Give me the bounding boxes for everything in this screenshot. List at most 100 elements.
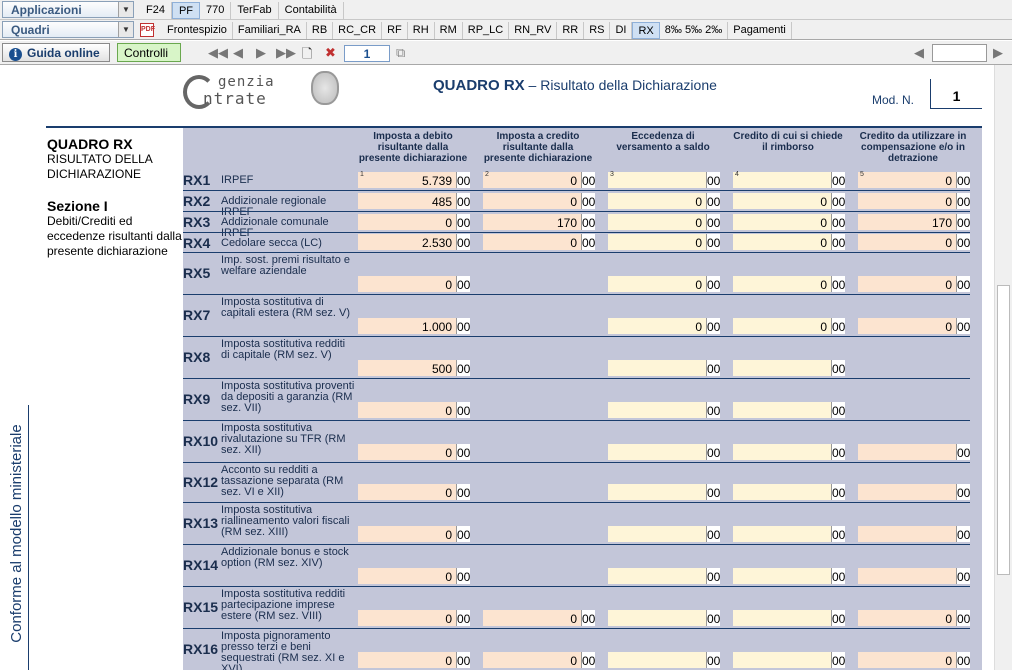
amount-field[interactable]: 0 00 (733, 276, 845, 292)
amount-field[interactable]: 00 (733, 444, 845, 460)
amount-field[interactable]: 0 00 (858, 193, 970, 209)
amount-field[interactable]: 170 00 (858, 214, 970, 230)
amount-field[interactable]: 485 00 (358, 193, 470, 209)
tab-rm[interactable]: RM (435, 21, 463, 39)
amount-field[interactable]: 0 00 (358, 568, 470, 584)
mod-number-field[interactable]: 1 (930, 79, 982, 109)
amount-field[interactable]: 00 (858, 526, 970, 542)
first-page-icon[interactable]: ◀◀ (208, 45, 228, 61)
tab-rx[interactable]: RX (632, 21, 660, 39)
amount-field[interactable]: 0 00 (733, 193, 845, 209)
amount-field[interactable]: 0 00 2 (483, 171, 595, 188)
tab-rs[interactable]: RS (584, 21, 611, 39)
amount-field[interactable]: 2.530 00 (358, 234, 470, 250)
amount-field[interactable]: 00 3 (608, 171, 720, 188)
amount-field[interactable]: 170 00 (483, 214, 595, 230)
amount-field[interactable]: 00 (858, 444, 970, 460)
tab-rf[interactable]: RF (382, 21, 408, 39)
quadri-dropdown[interactable]: Quadri ▼ (2, 21, 134, 38)
tab-di[interactable]: DI (610, 21, 633, 39)
copy-page-icon[interactable]: ⧉ (396, 45, 405, 61)
last-page-icon[interactable]: ▶▶ (276, 45, 296, 61)
amount-field[interactable]: 0 00 (858, 652, 970, 668)
amount-field[interactable]: 0 00 (358, 526, 470, 542)
amount-field[interactable]: 0 00 (483, 193, 595, 209)
amount-field[interactable]: 0 00 (358, 444, 470, 460)
tab-rp-lc[interactable]: RP_LC (463, 21, 510, 39)
amount-field[interactable]: 5.739 00 1 (358, 171, 470, 188)
nav-next-icon[interactable]: ▶ (993, 45, 1003, 61)
vertical-scrollbar[interactable] (994, 65, 1012, 670)
amount-field[interactable]: 0 00 (483, 610, 595, 626)
tab-frontespizio[interactable]: Frontespizio (162, 21, 233, 39)
amount-field[interactable]: 00 (608, 652, 720, 668)
amount-field[interactable]: 0 00 (358, 484, 470, 500)
nav-prev-icon[interactable]: ◀ (914, 45, 924, 61)
tab-8-5-2-[interactable]: 8‰ 5‰ 2‰ (660, 21, 729, 39)
tab-rr[interactable]: RR (557, 21, 585, 39)
navigation-input[interactable] (932, 44, 987, 62)
tab-pf[interactable]: PF (171, 2, 201, 19)
tab-pagamenti[interactable]: Pagamenti (728, 21, 792, 39)
controlli-button[interactable]: Controlli (117, 43, 181, 62)
amount-field[interactable]: 00 (733, 484, 845, 500)
scrollbar-thumb[interactable] (997, 285, 1010, 575)
amount-field[interactable]: 00 (733, 568, 845, 584)
amount-field[interactable]: 0 00 (733, 214, 845, 230)
amount-field[interactable]: 0 00 (858, 276, 970, 292)
amount-field[interactable]: 0 00 (608, 318, 720, 334)
chevron-down-icon[interactable]: ▼ (118, 22, 133, 37)
amount-field[interactable]: 0 00 5 (858, 171, 970, 188)
amount-field[interactable]: 00 (608, 526, 720, 542)
amount-field[interactable]: 00 (733, 402, 845, 418)
amount-field[interactable]: 00 (858, 568, 970, 584)
amount-field[interactable]: 0 00 (858, 234, 970, 250)
amount-field[interactable]: 1.000 00 (358, 318, 470, 334)
amount-field[interactable]: 0 00 (358, 402, 470, 418)
tab-770[interactable]: 770 (200, 2, 232, 19)
amount-field[interactable]: 0 00 (858, 318, 970, 334)
amount-field[interactable]: 0 00 (733, 318, 845, 334)
amount-field[interactable]: 00 (608, 568, 720, 584)
amount-field[interactable]: 00 (733, 526, 845, 542)
amount-field[interactable]: 0 00 (608, 193, 720, 209)
amount-field[interactable]: 00 4 (733, 171, 845, 188)
amount-field[interactable]: 00 (733, 360, 845, 376)
amount-field[interactable]: 0 00 (608, 214, 720, 230)
amount-field[interactable]: 0 00 (483, 652, 595, 668)
tab-f24[interactable]: F24 (140, 2, 172, 19)
amount-field[interactable]: 0 00 (358, 652, 470, 668)
applicazioni-dropdown[interactable]: Applicazioni ▼ (2, 1, 134, 18)
prev-page-icon[interactable]: ◀ (233, 45, 243, 61)
amount-field[interactable]: 00 (608, 360, 720, 376)
amount-field[interactable]: 00 (608, 484, 720, 500)
pdf-icon[interactable]: PDF (140, 23, 155, 37)
tab-rb[interactable]: RB (307, 21, 334, 39)
amount-field[interactable]: 0 00 (358, 610, 470, 626)
amount-field[interactable]: 00 (858, 484, 970, 500)
amount-field[interactable]: 00 (733, 610, 845, 626)
amount-field[interactable]: 0 00 (608, 234, 720, 250)
tab-rh[interactable]: RH (408, 21, 435, 39)
new-page-icon[interactable]: 🗋 (302, 45, 312, 67)
delete-page-icon[interactable]: ✖ (325, 45, 336, 61)
amount-field[interactable]: 0 00 (358, 214, 470, 230)
chevron-down-icon[interactable]: ▼ (118, 2, 133, 17)
next-page-icon[interactable]: ▶ (256, 45, 266, 61)
tab-familiari-ra[interactable]: Familiari_RA (233, 21, 307, 39)
amount-field[interactable]: 00 (733, 652, 845, 668)
tab-rc-cr[interactable]: RC_CR (333, 21, 383, 39)
amount-field[interactable]: 0 00 (608, 276, 720, 292)
amount-field[interactable]: 00 (608, 444, 720, 460)
amount-field[interactable]: 00 (608, 402, 720, 418)
amount-field[interactable]: 0 00 (733, 234, 845, 250)
amount-field[interactable]: 500 00 (358, 360, 470, 376)
amount-field[interactable]: 00 (608, 610, 720, 626)
page-number-field[interactable]: 1 (344, 45, 390, 62)
amount-field[interactable]: 0 00 (358, 276, 470, 292)
tab-terfab[interactable]: TerFab (231, 2, 279, 19)
tab-rn-rv[interactable]: RN_RV (509, 21, 558, 39)
tab-contabilità[interactable]: Contabilità (279, 2, 344, 19)
amount-field[interactable]: 0 00 (858, 610, 970, 626)
guida-online-button[interactable]: i Guida online (2, 43, 110, 62)
